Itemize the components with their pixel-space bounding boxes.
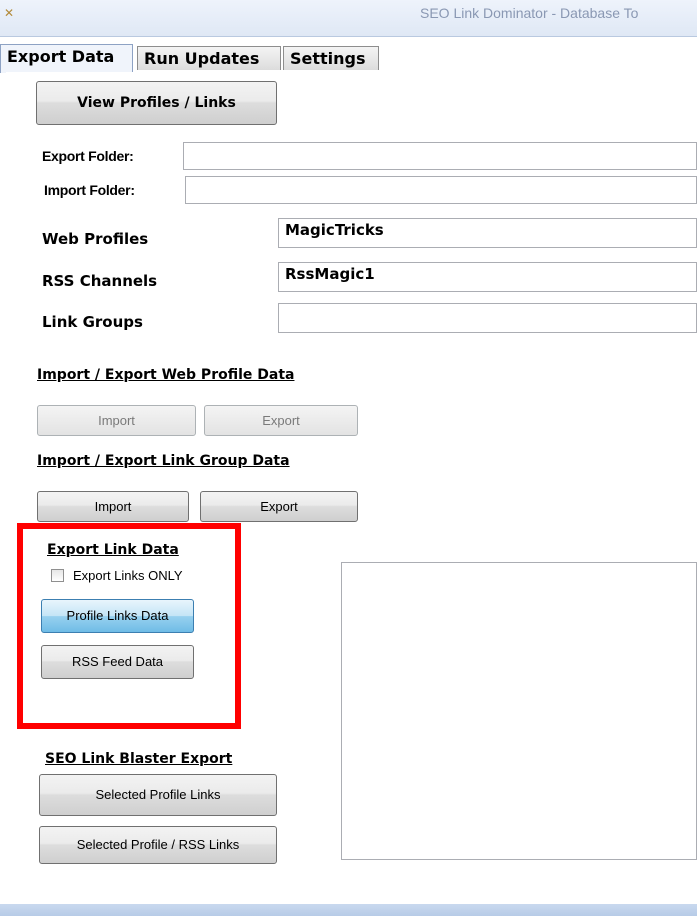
tab-run-updates[interactable]: Run Updates (137, 46, 281, 70)
app-icon: ✕ (4, 6, 15, 20)
export-link-data-heading: Export Link Data (47, 542, 179, 558)
tab-settings[interactable]: Settings (283, 46, 379, 70)
window-title: SEO Link Dominator - Database To (420, 5, 639, 21)
selected-profile-rss-links-button[interactable]: Selected Profile / RSS Links (39, 826, 277, 864)
web-profile-data-heading: Import / Export Web Profile Data (37, 367, 295, 383)
status-bar (0, 904, 697, 916)
web-profiles-label: Web Profiles (42, 230, 149, 248)
export-folder-input[interactable] (183, 142, 697, 170)
export-links-only-label: Export Links ONLY (73, 568, 183, 583)
web-profile-export-button[interactable]: Export (204, 405, 358, 436)
title-bar: ✕ SEO Link Dominator - Database To (0, 0, 697, 37)
export-links-only-checkbox[interactable] (51, 569, 64, 582)
profile-links-data-button[interactable]: Profile Links Data (41, 599, 194, 633)
export-folder-label: Export Folder: (42, 148, 134, 164)
tab-export-data[interactable]: Export Data (0, 44, 133, 73)
web-profile-import-button[interactable]: Import (37, 405, 196, 436)
link-groups-select[interactable] (278, 303, 697, 333)
web-profiles-select[interactable]: MagicTricks (278, 218, 697, 248)
import-folder-input[interactable] (185, 176, 697, 204)
rss-channels-label: RSS Channels (42, 272, 158, 290)
rss-feed-data-button[interactable]: RSS Feed Data (41, 645, 194, 679)
tab-strip: Export Data Run Updates Settings (0, 44, 697, 73)
selected-profile-links-button[interactable]: Selected Profile Links (39, 774, 277, 816)
seo-link-blaster-heading: SEO Link Blaster Export (45, 751, 233, 767)
view-profiles-links-button[interactable]: View Profiles / Links (36, 81, 277, 125)
link-group-data-heading: Import / Export Link Group Data (37, 453, 290, 469)
link-group-import-button[interactable]: Import (37, 491, 189, 522)
link-group-export-button[interactable]: Export (200, 491, 358, 522)
link-groups-label: Link Groups (42, 313, 143, 331)
export-output-textarea[interactable] (341, 562, 697, 860)
import-folder-label: Import Folder: (44, 182, 135, 198)
rss-channels-select[interactable]: RssMagic1 (278, 262, 697, 292)
